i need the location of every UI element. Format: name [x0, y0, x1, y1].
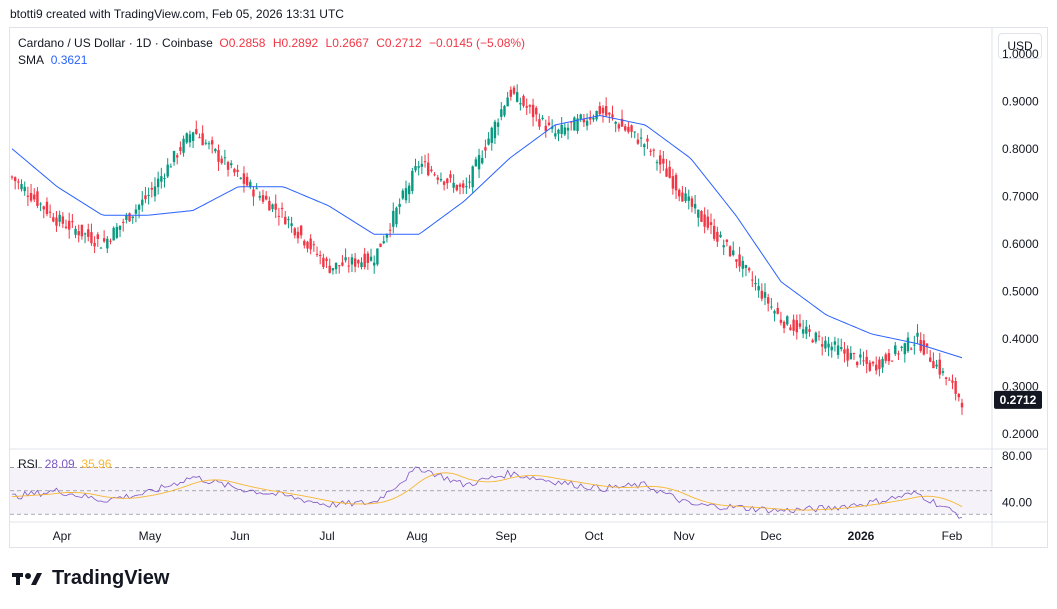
tradingview-logo[interactable]: TradingView	[12, 567, 169, 590]
close-value: C0.2712	[376, 36, 422, 50]
sma-value: 0.3621	[50, 53, 88, 67]
rsi-value: 28.09	[44, 457, 75, 471]
rsi-label[interactable]: RSI	[18, 457, 38, 471]
rsi-legend: RSI 28.09 35.96	[18, 457, 111, 471]
symbol-title[interactable]: Cardano / US Dollar · 1D · Coinbase	[18, 36, 213, 50]
high-value: H0.2892	[272, 36, 319, 50]
chart-legend: Cardano / US Dollar · 1D · Coinbase O0.2…	[18, 35, 529, 69]
sma-label[interactable]: SMA	[18, 53, 44, 67]
open-value: O0.2858	[219, 36, 266, 50]
chart-frame[interactable]	[9, 27, 1048, 548]
brand-name: TradingView	[52, 567, 170, 589]
rsi-ma-value: 35.96	[81, 457, 112, 471]
tradingview-logo-icon	[12, 572, 42, 585]
change-value: −0.0145 (−5.08%)	[428, 36, 526, 50]
currency-button[interactable]: USD	[998, 33, 1042, 59]
created-by-line: btotti9 created with TradingView.com, Fe…	[10, 7, 344, 21]
low-value: L0.2667	[325, 36, 369, 50]
